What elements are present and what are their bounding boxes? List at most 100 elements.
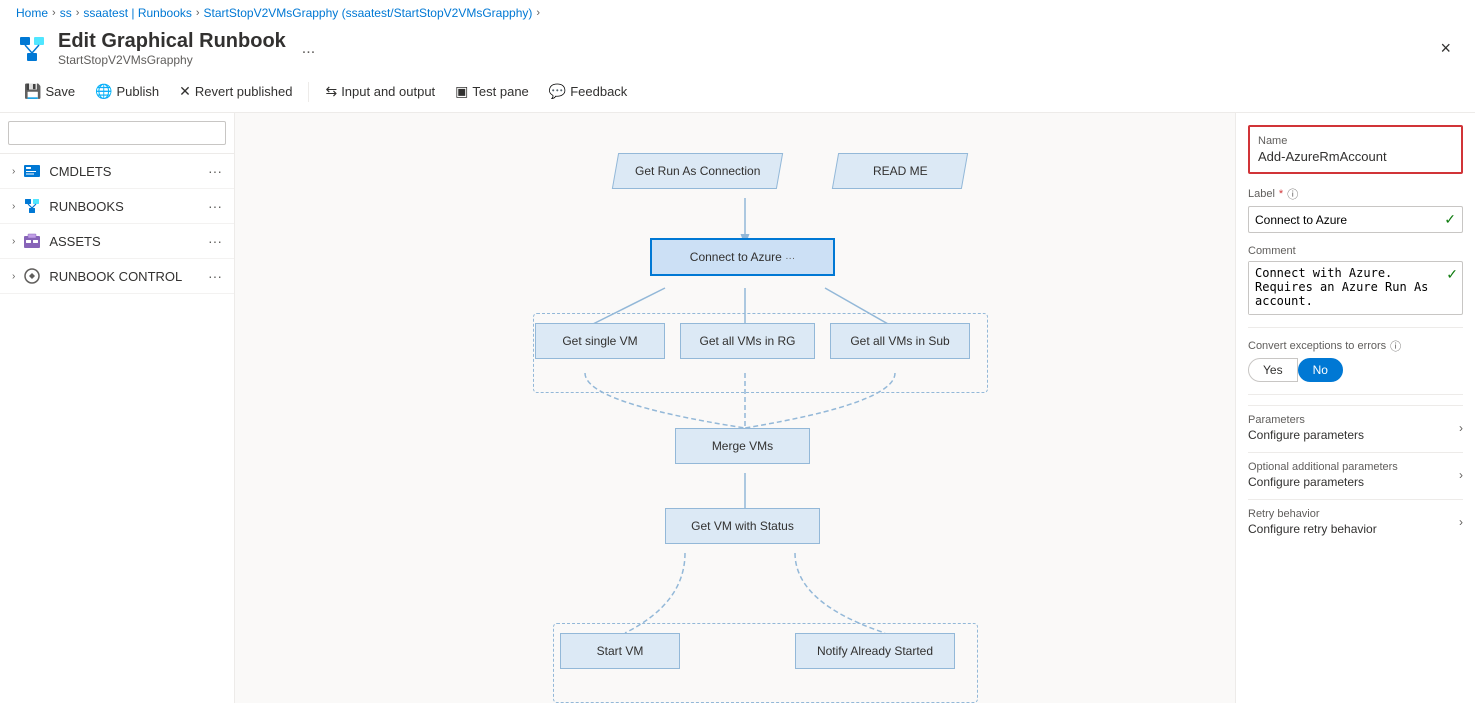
toggle-no-button[interactable]: No [1298, 358, 1343, 382]
publish-button[interactable]: 🌐 Publish [87, 79, 167, 104]
input-output-button[interactable]: ⇆ Input and output [317, 79, 443, 104]
retry-behavior-section: Retry behavior Configure retry behavior … [1248, 499, 1463, 544]
search-input[interactable] [8, 121, 226, 145]
retry-behavior-label: Retry behavior [1248, 508, 1377, 520]
assets-icon [23, 232, 41, 250]
parameters-value: Configure parameters [1248, 428, 1364, 442]
parameters-label: Parameters [1248, 414, 1364, 426]
node-notify-started[interactable]: Notify Already Started [795, 633, 955, 669]
input-output-icon: ⇆ [325, 83, 337, 100]
chevron-right-icon: › [12, 166, 15, 177]
page-subtitle: StartStopV2VMsGrapphy [58, 53, 286, 67]
feedback-button[interactable]: 💬 Feedback [541, 79, 636, 104]
optional-parameters-section: Optional additional parameters Configure… [1248, 452, 1463, 497]
comment-field: Comment Connect with Azure. Requires an … [1248, 245, 1463, 315]
divider-1 [1248, 327, 1463, 328]
name-value: Add-AzureRmAccount [1258, 149, 1453, 164]
convert-exceptions-field: Convert exceptions to errors ⓘ Yes No [1248, 338, 1463, 382]
sidebar-search-area [0, 113, 234, 154]
revert-button[interactable]: ✕ Revert published [171, 79, 300, 104]
sidebar-item-runbooks[interactable]: › RUNBOOKS ··· [0, 189, 234, 224]
breadcrumb: Home › ss › ssaatest | Runbooks › StartS… [0, 0, 1475, 26]
runbook-control-label: RUNBOOK CONTROL [49, 269, 182, 284]
node-get-all-vms-sub[interactable]: Get all VMs in Sub [830, 323, 970, 359]
retry-behavior-row[interactable]: Retry behavior Configure retry behavior … [1248, 499, 1463, 544]
optional-parameters-label: Optional additional parameters [1248, 461, 1398, 473]
runbook-control-icon [23, 267, 41, 285]
sidebar-list: › CMDLETS ··· › RUNBOOKS ··· [0, 154, 234, 703]
label-input[interactable] [1249, 209, 1438, 231]
name-section: Name Add-AzureRmAccount [1248, 125, 1463, 174]
retry-behavior-value: Configure retry behavior [1248, 522, 1377, 536]
close-button[interactable]: × [1432, 34, 1459, 63]
breadcrumb-runbook-item[interactable]: StartStopV2VMsGrapphy (ssaatest/StartSto… [204, 6, 533, 20]
label-required-marker: * [1279, 188, 1283, 200]
sidebar-item-cmdlets[interactable]: › CMDLETS ··· [0, 154, 234, 189]
optional-parameters-chevron-icon: › [1459, 468, 1463, 482]
node-merge-vms[interactable]: Merge VMs [675, 428, 810, 464]
label-info-icon: ⓘ [1287, 186, 1298, 202]
runbooks-icon [23, 197, 41, 215]
assets-label: ASSETS [49, 234, 100, 249]
revert-icon: ✕ [179, 83, 191, 100]
optional-parameters-row[interactable]: Optional additional parameters Configure… [1248, 452, 1463, 497]
cmdlets-more-icon[interactable]: ··· [208, 163, 222, 179]
node-start-vm[interactable]: Start VM [560, 633, 680, 669]
node-get-single-vm[interactable]: Get single VM [535, 323, 665, 359]
save-icon: 💾 [24, 83, 41, 100]
sidebar: › CMDLETS ··· › RUNBOOKS ··· [0, 113, 235, 703]
optional-parameters-value: Configure parameters [1248, 475, 1398, 489]
node-get-run-as[interactable]: Get Run As Connection [615, 153, 780, 189]
toggle-yes-button[interactable]: Yes [1248, 358, 1298, 382]
parameters-row[interactable]: Parameters Configure parameters › [1248, 405, 1463, 450]
page-title: Edit Graphical Runbook [58, 30, 286, 53]
test-pane-button[interactable]: ▣ Test pane [447, 79, 537, 104]
node-get-all-vms-rg[interactable]: Get all VMs in RG [680, 323, 815, 359]
publish-icon: 🌐 [95, 83, 112, 100]
flowchart-arrows [235, 113, 1235, 703]
name-label: Name [1258, 135, 1453, 147]
cmdlets-icon [23, 162, 41, 180]
sidebar-item-assets[interactable]: › ASSETS ··· [0, 224, 234, 259]
flowchart-wrapper: Get Run As Connection READ ME Connect to… [235, 113, 1235, 703]
chevron-right-icon-4: › [12, 271, 15, 282]
runbooks-label: RUNBOOKS [49, 199, 123, 214]
save-button[interactable]: 💾 Save [16, 79, 83, 104]
retry-behavior-chevron-icon: › [1459, 515, 1463, 529]
node-readme[interactable]: READ ME [835, 153, 965, 189]
sidebar-item-runbook-control[interactable]: › RUNBOOK CONTROL ··· [0, 259, 234, 294]
breadcrumb-runbooks[interactable]: ssaatest | Runbooks [83, 6, 192, 20]
toolbar: 💾 Save 🌐 Publish ✕ Revert published ⇆ In… [0, 75, 1475, 113]
comment-check-icon: ✓ [1442, 262, 1462, 287]
feedback-icon: 💬 [549, 83, 566, 100]
label-input-row: ✓ [1248, 206, 1463, 233]
assets-more-icon[interactable]: ··· [208, 233, 222, 249]
breadcrumb-ss[interactable]: ss [60, 6, 72, 20]
chevron-right-icon-2: › [12, 201, 15, 212]
header-more-button[interactable]: ... [296, 38, 321, 60]
label-field-label: Label [1248, 188, 1275, 200]
test-pane-icon: ▣ [455, 83, 468, 100]
right-panel: Name Add-AzureRmAccount Label * ⓘ ✓ Comm… [1235, 113, 1475, 703]
divider-2 [1248, 394, 1463, 395]
cmdlets-label: CMDLETS [49, 164, 111, 179]
chevron-right-icon-3: › [12, 236, 15, 247]
comment-field-label: Comment [1248, 245, 1296, 257]
page-header: Edit Graphical Runbook StartStopV2VMsGra… [0, 26, 1475, 75]
convert-exceptions-label: Convert exceptions to errors [1248, 340, 1386, 352]
comment-textarea[interactable]: Connect with Azure. Requires an Azure Ru… [1249, 262, 1442, 314]
breadcrumb-home[interactable]: Home [16, 6, 48, 20]
toolbar-separator [308, 82, 309, 102]
convert-exceptions-info-icon: ⓘ [1390, 338, 1401, 354]
runbooks-more-icon[interactable]: ··· [208, 198, 222, 214]
runbook-header-icon [16, 33, 48, 65]
comment-textarea-row: Connect with Azure. Requires an Azure Ru… [1248, 261, 1463, 315]
label-check-icon: ✓ [1438, 207, 1462, 232]
label-field: Label * ⓘ ✓ [1248, 186, 1463, 233]
node-connect-azure[interactable]: Connect to Azure ··· [650, 238, 835, 276]
canvas[interactable]: Get Run As Connection READ ME Connect to… [235, 113, 1235, 703]
main-layout: › CMDLETS ··· › RUNBOOKS ··· [0, 113, 1475, 703]
runbook-control-more-icon[interactable]: ··· [208, 268, 222, 284]
node-get-vm-status[interactable]: Get VM with Status [665, 508, 820, 544]
parameters-section: Parameters Configure parameters › [1248, 405, 1463, 450]
